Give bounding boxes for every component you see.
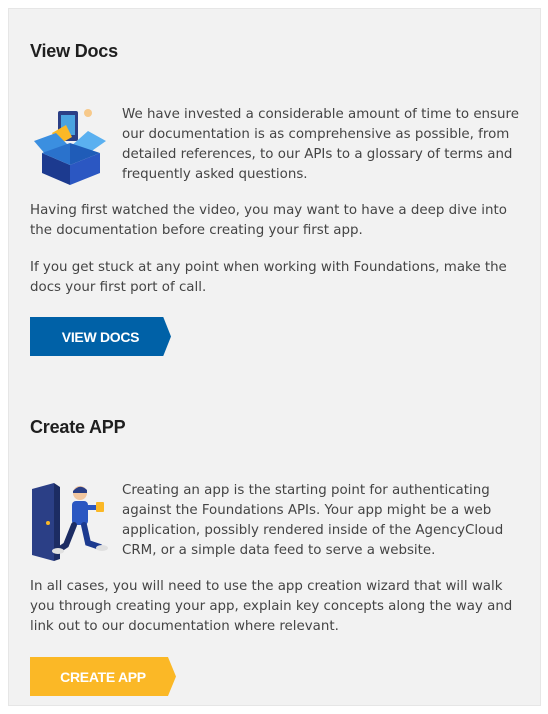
create-app-section: Create APP Creating an app is the starti… [30,417,520,707]
create-app-title: Create APP [30,417,126,437]
view-docs-paragraph-1: Having first watched the video, you may … [30,203,507,238]
open-box-icon [30,107,110,189]
view-docs-intro: We have invested a considerable amount o… [30,105,520,185]
view-docs-title: View Docs [30,41,118,61]
create-app-intro-text: Creating an app is the starting point fo… [122,483,504,558]
create-app-button[interactable]: CREATE APP [30,657,176,696]
view-docs-intro-text: We have invested a considerable amount o… [122,107,519,182]
view-docs-section: View Docs We have invested a considerabl… [30,41,520,361]
create-app-paragraph-1: In all cases, you will need to use the a… [30,579,513,634]
create-app-intro: Creating an app is the starting point fo… [30,481,520,561]
view-docs-button[interactable]: VIEW DOCS [30,317,171,356]
content-panel: View Docs We have invested a considerabl… [8,8,541,706]
view-docs-paragraph-2: If you get stuck at any point when worki… [30,260,507,295]
person-door-icon [30,481,110,567]
